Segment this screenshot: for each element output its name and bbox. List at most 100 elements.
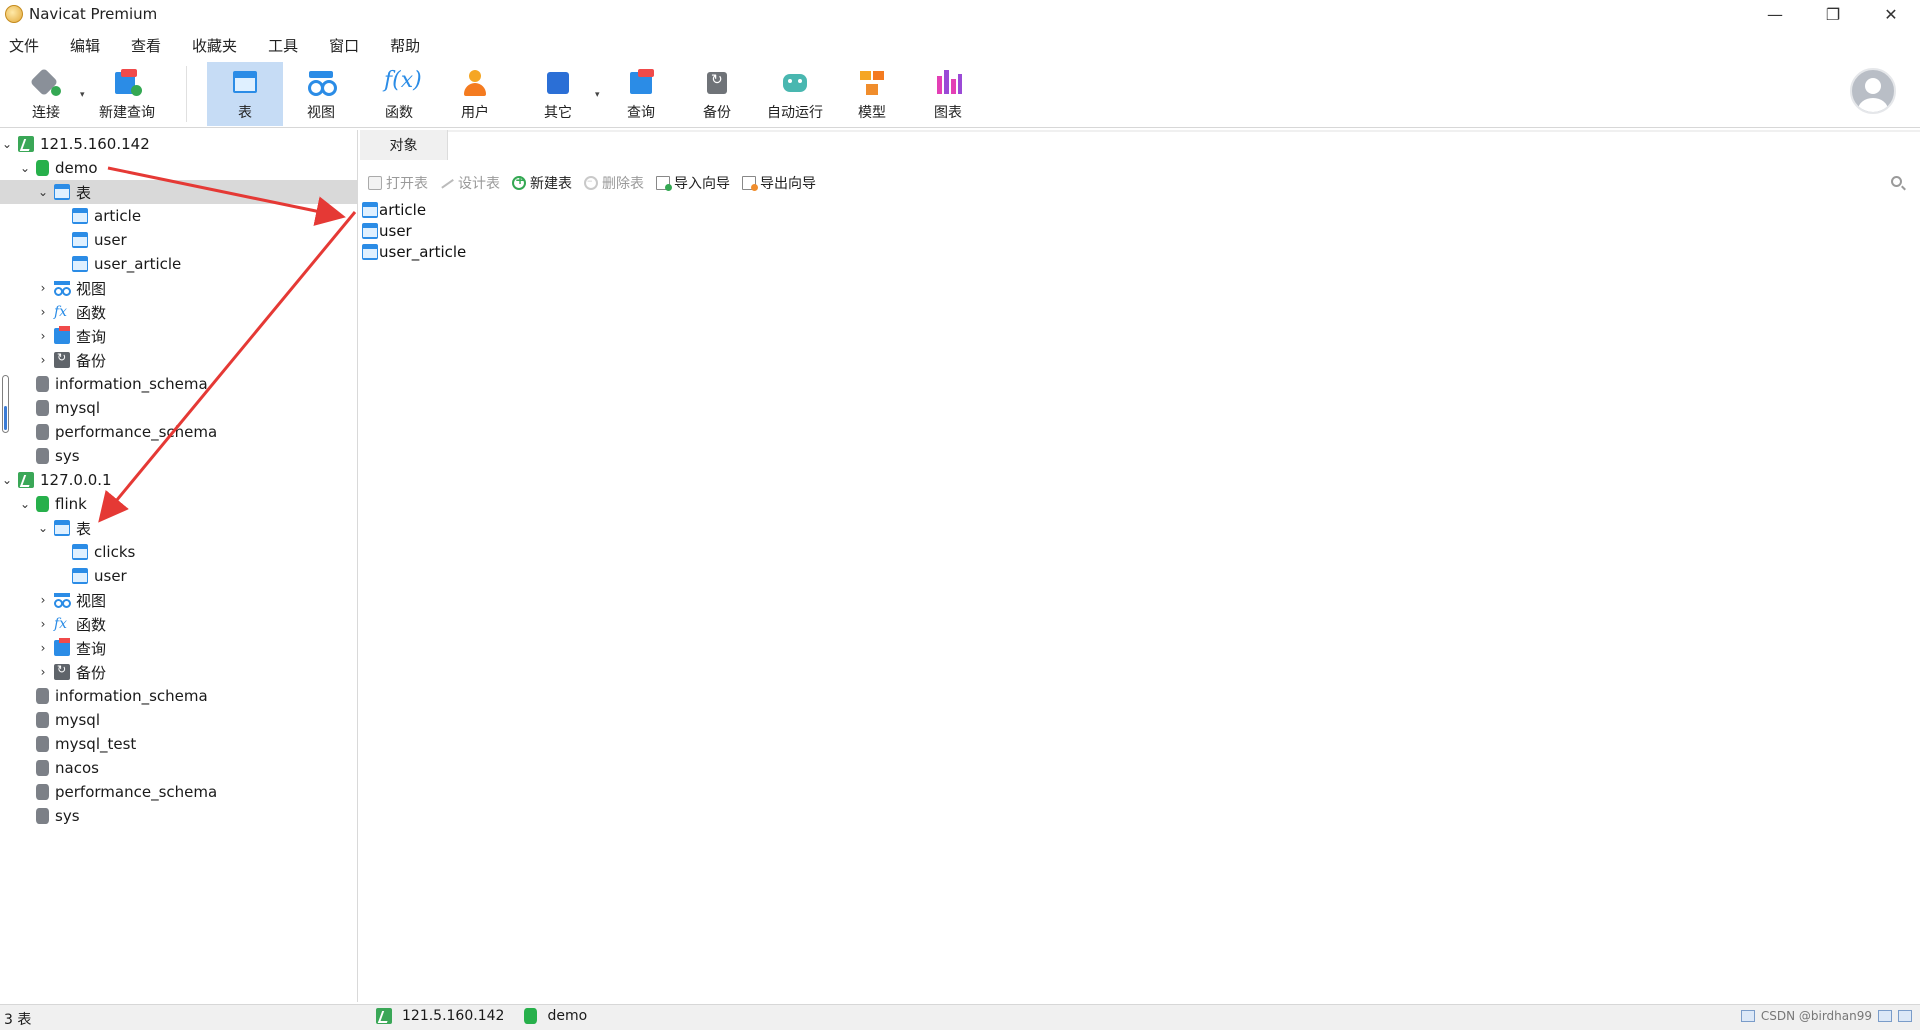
tree-db-item[interactable]: sys bbox=[0, 804, 357, 828]
new-table-button[interactable]: 新建表 bbox=[512, 173, 572, 193]
chevron-right-icon[interactable]: › bbox=[36, 281, 50, 295]
tree-connection-1[interactable]: ⌄ 121.5.160.142 bbox=[0, 132, 357, 156]
tree-backups-folder[interactable]: › 备份 bbox=[0, 348, 357, 372]
menu-view[interactable]: 查看 bbox=[122, 35, 170, 56]
tree-tables-folder-flink[interactable]: ⌄ 表 bbox=[0, 516, 357, 540]
import-wizard-button[interactable]: 导入向导 bbox=[656, 173, 730, 193]
connect-button[interactable]: 连接 bbox=[24, 62, 68, 126]
query-tool-button[interactable]: 查询 bbox=[607, 62, 675, 126]
tree-queries-folder[interactable]: › 查询 bbox=[0, 324, 357, 348]
database-icon bbox=[36, 808, 49, 824]
tree-table-item[interactable]: article bbox=[0, 204, 357, 228]
scroll-indicator[interactable] bbox=[2, 375, 9, 433]
tree-table-item[interactable]: clicks bbox=[0, 540, 357, 564]
delete-table-button[interactable]: 删除表 bbox=[584, 173, 644, 193]
chevron-right-icon[interactable]: › bbox=[36, 665, 50, 679]
user-tool-button[interactable]: 用户 bbox=[441, 62, 509, 126]
tree-db-item[interactable]: mysql bbox=[0, 708, 357, 732]
database-label: performance_schema bbox=[55, 423, 218, 441]
tree-queries-folder[interactable]: › 查询 bbox=[0, 636, 357, 660]
chevron-right-icon[interactable]: › bbox=[36, 593, 50, 607]
close-button[interactable]: ✕ bbox=[1862, 0, 1920, 28]
model-tool-button[interactable]: 模型 bbox=[838, 62, 906, 126]
chevron-down-icon[interactable]: ⌄ bbox=[18, 161, 32, 175]
table-icon bbox=[362, 243, 378, 260]
menu-bar: 文件 编辑 查看 收藏夹 工具 窗口 帮助 bbox=[0, 30, 442, 60]
object-list: article user user_article bbox=[362, 199, 466, 262]
chevron-down-icon[interactable]: ⌄ bbox=[36, 185, 50, 199]
tree-db-flink[interactable]: ⌄ flink bbox=[0, 492, 357, 516]
tree-connection-2[interactable]: ⌄ 127.0.0.1 bbox=[0, 468, 357, 492]
menu-help[interactable]: 帮助 bbox=[381, 35, 429, 56]
chevron-right-icon[interactable]: › bbox=[36, 617, 50, 631]
other-tool-button[interactable]: 其它 bbox=[524, 62, 592, 126]
table-label: user bbox=[94, 231, 127, 249]
tree-db-item[interactable]: information_schema bbox=[0, 684, 357, 708]
tree-backups-folder[interactable]: › 备份 bbox=[0, 660, 357, 684]
chevron-down-icon[interactable]: ⌄ bbox=[0, 137, 14, 151]
tree-tables-folder-demo[interactable]: ⌄ 表 bbox=[0, 180, 357, 204]
database-icon bbox=[36, 712, 49, 728]
tree-db-item[interactable]: mysql bbox=[0, 396, 357, 420]
detail-view-icon[interactable] bbox=[1898, 1010, 1912, 1022]
automation-tool-button[interactable]: 自动运行 bbox=[758, 62, 832, 126]
object-list-item[interactable]: user bbox=[362, 220, 466, 241]
database-icon bbox=[36, 400, 49, 416]
restore-button[interactable]: ❐ bbox=[1804, 0, 1862, 28]
search-icon[interactable] bbox=[1891, 176, 1902, 187]
connection-label: 121.5.160.142 bbox=[40, 135, 150, 153]
menu-favorites[interactable]: 收藏夹 bbox=[183, 35, 246, 56]
export-wizard-button[interactable]: 导出向导 bbox=[742, 173, 816, 193]
chevron-right-icon[interactable]: › bbox=[36, 641, 50, 655]
tree-db-item[interactable]: mysql_test bbox=[0, 732, 357, 756]
chevron-right-icon[interactable]: › bbox=[36, 353, 50, 367]
tree-functions-folder[interactable]: › fx 函数 bbox=[0, 300, 357, 324]
tree-db-item[interactable]: performance_schema bbox=[0, 780, 357, 804]
list-view-icon[interactable] bbox=[1878, 1010, 1892, 1022]
object-list-item[interactable]: article bbox=[362, 199, 466, 220]
object-list-item[interactable]: user_article bbox=[362, 241, 466, 262]
function-icon: fx bbox=[54, 616, 68, 632]
grid-view-icon[interactable] bbox=[1740, 1010, 1755, 1022]
menu-tools[interactable]: 工具 bbox=[259, 35, 307, 56]
backup-tool-button[interactable]: 备份 bbox=[683, 62, 751, 126]
chevron-right-icon[interactable]: › bbox=[36, 329, 50, 343]
main-toolbar: 连接 ▾ 新建查询 表 视图 f(x) 函数 用户 其它 ▾ 查询 备份 自动运… bbox=[0, 62, 1920, 128]
tree-functions-folder[interactable]: › fx 函数 bbox=[0, 612, 357, 636]
tree-views-folder[interactable]: › 视图 bbox=[0, 276, 357, 300]
chevron-down-icon[interactable]: ⌄ bbox=[18, 497, 32, 511]
new-query-button[interactable]: 新建查询 bbox=[94, 62, 160, 126]
chart-tool-button[interactable]: 图表 bbox=[914, 62, 982, 126]
tab-objects[interactable]: 对象 bbox=[360, 130, 448, 160]
tree-db-item[interactable]: sys bbox=[0, 444, 357, 468]
tree-table-item[interactable]: user bbox=[0, 564, 357, 588]
menu-file[interactable]: 文件 bbox=[0, 35, 48, 56]
menu-edit[interactable]: 编辑 bbox=[61, 35, 109, 56]
function-tool-button[interactable]: f(x) 函数 bbox=[365, 62, 433, 126]
user-avatar-icon[interactable] bbox=[1850, 68, 1896, 114]
tree-db-item[interactable]: information_schema bbox=[0, 372, 357, 396]
minimize-button[interactable]: — bbox=[1746, 0, 1804, 28]
tree-views-folder[interactable]: › 视图 bbox=[0, 588, 357, 612]
tree-db-item[interactable]: performance_schema bbox=[0, 420, 357, 444]
table-tool-button[interactable]: 表 bbox=[207, 62, 283, 126]
folder-label: 视图 bbox=[76, 591, 107, 610]
other-dropdown-icon[interactable]: ▾ bbox=[595, 90, 600, 100]
database-icon bbox=[36, 784, 49, 800]
chevron-right-icon[interactable]: › bbox=[36, 305, 50, 319]
tree-db-item[interactable]: nacos bbox=[0, 756, 357, 780]
menu-window[interactable]: 窗口 bbox=[320, 35, 368, 56]
connection-tree: ⌄ 121.5.160.142 ⌄ demo ⌄ 表 article user … bbox=[0, 130, 358, 1002]
design-table-button[interactable]: 设计表 bbox=[440, 173, 500, 193]
tree-table-item[interactable]: user_article bbox=[0, 252, 357, 276]
database-icon bbox=[36, 496, 49, 512]
chevron-down-icon[interactable]: ⌄ bbox=[0, 473, 14, 487]
open-table-button[interactable]: 打开表 bbox=[368, 173, 428, 193]
tree-db-demo[interactable]: ⌄ demo bbox=[0, 156, 357, 180]
window-title: Navicat Premium bbox=[29, 5, 158, 23]
tree-table-item[interactable]: user bbox=[0, 228, 357, 252]
folder-label: 函数 bbox=[76, 615, 107, 634]
chevron-down-icon[interactable]: ⌄ bbox=[36, 521, 50, 535]
connect-dropdown-icon[interactable]: ▾ bbox=[80, 90, 85, 100]
view-tool-button[interactable]: 视图 bbox=[287, 62, 355, 126]
